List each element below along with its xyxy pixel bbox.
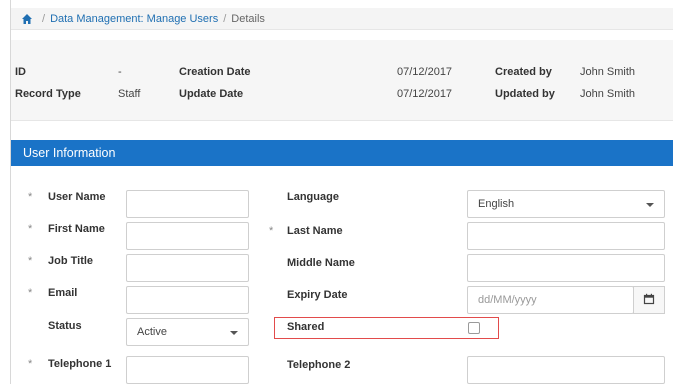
- shared-checkbox[interactable]: [468, 322, 480, 334]
- email-label: Email: [48, 287, 78, 299]
- required-marker: *: [269, 225, 274, 237]
- breadcrumb-link-manage-users[interactable]: Data Management: Manage Users: [50, 13, 218, 25]
- update-date-value: 07/12/2017: [397, 88, 453, 100]
- updated-by-label: Updated by: [495, 88, 555, 100]
- status-select-value: Active: [137, 326, 167, 338]
- job-title-label: Job Title: [48, 255, 94, 267]
- job-title-input[interactable]: [126, 254, 249, 282]
- required-marker: *: [28, 358, 33, 370]
- shared-label: Shared: [287, 321, 325, 333]
- created-by-value: John Smith: [580, 66, 636, 78]
- id-value: -: [118, 66, 122, 78]
- middle-name-input[interactable]: [467, 254, 665, 282]
- language-label: Language: [287, 191, 339, 203]
- telephone1-input[interactable]: [126, 356, 249, 384]
- required-marker: *: [28, 191, 33, 203]
- breadcrumb-separator: /: [42, 12, 46, 25]
- first-name-input[interactable]: [126, 222, 249, 250]
- last-name-label: Last Name: [287, 225, 343, 237]
- expiry-date-label: Expiry Date: [287, 289, 348, 301]
- id-label: ID: [15, 66, 26, 78]
- breadcrumb-separator: /: [223, 12, 227, 25]
- record-type-label: Record Type: [15, 88, 81, 100]
- chevron-down-icon: [646, 203, 654, 207]
- chevron-down-icon: [230, 331, 238, 335]
- creation-date-value: 07/12/2017: [397, 66, 453, 78]
- status-label: Status: [48, 320, 82, 332]
- required-marker: *: [28, 223, 33, 235]
- created-by-label: Created by: [495, 66, 552, 78]
- updated-by-value: John Smith: [580, 88, 636, 100]
- language-select-value: English: [478, 198, 515, 210]
- telephone1-label: Telephone 1: [48, 358, 112, 370]
- last-name-input[interactable]: [467, 222, 665, 250]
- email-input[interactable]: [126, 286, 249, 314]
- record-info: ID - Record Type Staff Creation Date 07/…: [11, 40, 673, 121]
- update-date-label: Update Date: [179, 88, 244, 100]
- user-details-panel: / Data Management: Manage Users / Detail…: [10, 0, 673, 384]
- section-title: User Information: [23, 146, 116, 160]
- breadcrumb-current: Details: [231, 12, 265, 25]
- record-type-value: Staff: [118, 88, 141, 100]
- creation-date-label: Creation Date: [179, 66, 251, 78]
- telephone2-label: Telephone 2: [287, 359, 351, 371]
- calendar-icon: [643, 293, 655, 308]
- first-name-label: First Name: [48, 223, 105, 235]
- language-select[interactable]: English: [467, 190, 665, 218]
- required-marker: *: [28, 255, 33, 267]
- user-name-label: User Name: [48, 191, 106, 203]
- calendar-button[interactable]: [633, 286, 665, 314]
- middle-name-label: Middle Name: [287, 257, 355, 269]
- expiry-date-input[interactable]: dd/MM/yyyy: [467, 286, 634, 314]
- telephone2-input[interactable]: [467, 356, 665, 384]
- user-name-input[interactable]: [126, 190, 249, 218]
- breadcrumb: / Data Management: Manage Users / Detail…: [11, 8, 673, 30]
- expiry-date-placeholder: dd/MM/yyyy: [478, 294, 537, 306]
- section-header-user-information: User Information: [11, 140, 673, 166]
- home-icon[interactable]: [21, 13, 33, 25]
- status-select[interactable]: Active: [126, 318, 249, 346]
- required-marker: *: [28, 287, 33, 299]
